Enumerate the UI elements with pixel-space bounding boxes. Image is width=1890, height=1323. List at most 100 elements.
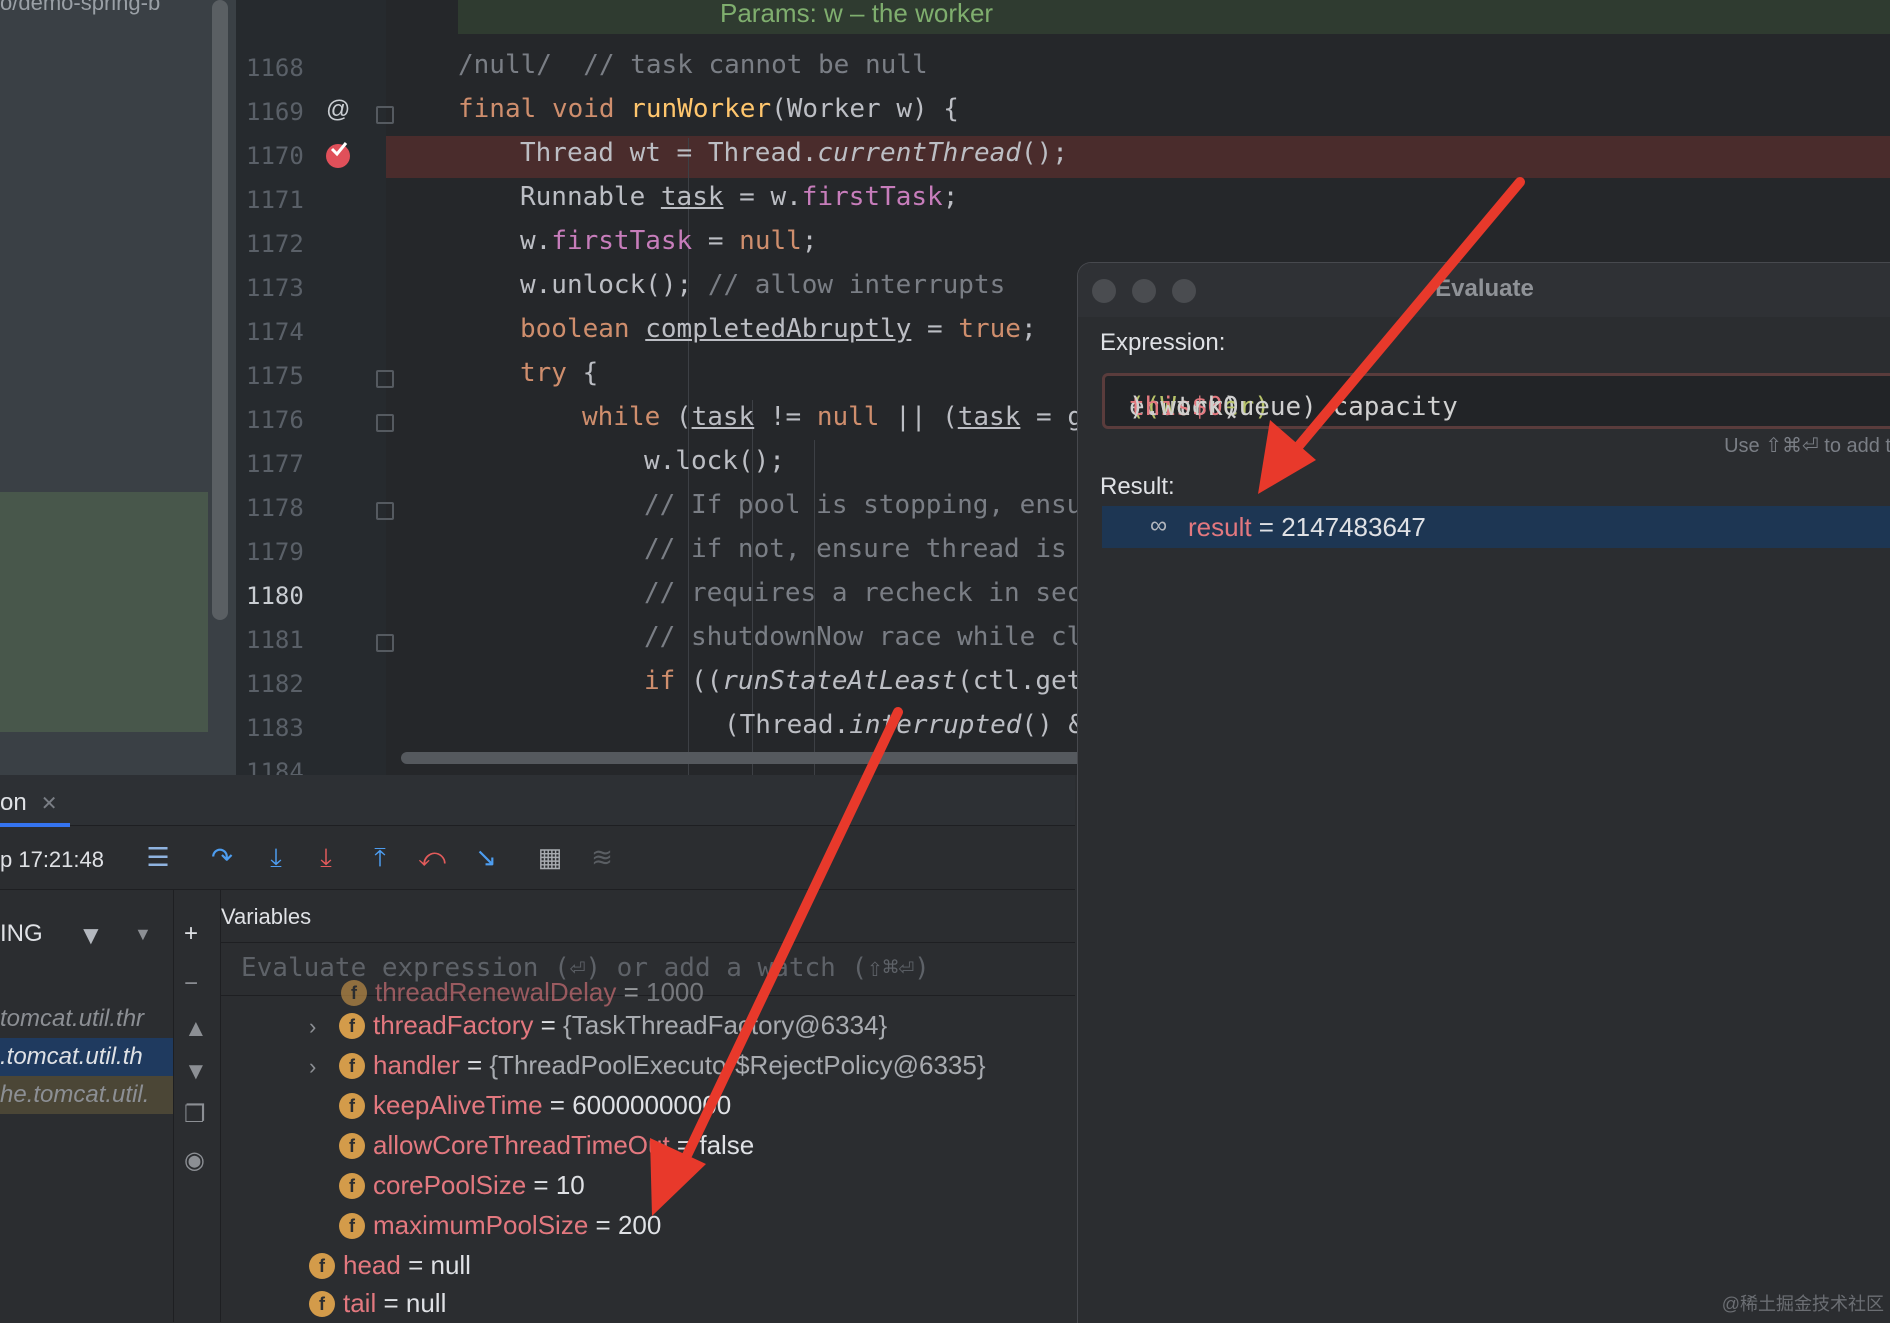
close-icon[interactable]: ✕: [41, 793, 58, 815]
remove-icon[interactable]: −: [184, 970, 198, 998]
evaluate-dialog: Evaluate Expression: ecutor) ((Worker) thi…: [1077, 262, 1890, 1323]
code-line-1176: while (task != null || (task = g: [582, 402, 1083, 432]
result-label: Result:: [1100, 473, 1175, 500]
trace-icon[interactable]: ≋: [584, 839, 620, 875]
expression-label: Expression:: [1100, 329, 1226, 356]
code-line-1182: if ((runStateAtLeast(ctl.get: [644, 666, 1083, 696]
line-number: 1171: [246, 186, 304, 214]
project-breadcrumb: o/demo-spring-b: [0, 0, 161, 15]
line-number: 1175: [246, 362, 304, 390]
line-number: 1173: [246, 274, 304, 302]
line-number: 1179: [246, 538, 304, 566]
field-icon: f: [339, 1093, 365, 1119]
add-watch-icon[interactable]: +: [184, 920, 198, 948]
run-to-cursor-icon[interactable]: ↘: [468, 839, 504, 875]
fold-icon[interactable]: [376, 634, 394, 652]
doc-hint: Params: w – the worker: [720, 0, 994, 28]
fold-icon[interactable]: [376, 502, 394, 520]
code-line-1170: Thread wt = Thread.currentThread();: [520, 138, 1068, 168]
expression-hint: Use ⇧⌘⏎ to add t: [1724, 435, 1890, 457]
project-panel: o/demo-spring-b: [0, 0, 236, 775]
evaluate-titlebar: Evaluate: [1078, 263, 1890, 317]
field-icon: f: [309, 1253, 335, 1279]
code-line-1168: /null/ // task cannot be null: [458, 50, 928, 80]
project-tree-selection: [0, 492, 208, 732]
line-number: 1174: [246, 318, 304, 346]
move-down-icon[interactable]: ▼: [184, 1058, 208, 1086]
step-out-icon[interactable]: ⤒: [362, 839, 398, 875]
expression-input[interactable]: ecutor) ((Worker) this). this$0).workQueue)…: [1102, 373, 1890, 429]
field-icon: f: [339, 1213, 365, 1239]
line-number-current: 1180: [246, 582, 304, 610]
stack-frame[interactable]: he.tomcat.util.: [0, 1076, 173, 1114]
move-up-icon[interactable]: ▲: [184, 1015, 208, 1043]
code-line-1179: // if not, ensure thread is: [644, 534, 1067, 564]
fold-icon[interactable]: [376, 370, 394, 388]
code-line-1178: // If pool is stopping, ensu: [644, 490, 1083, 520]
chevron-down-icon[interactable]: ▼: [134, 924, 152, 945]
variable-row[interactable]: › f threadFactory = {TaskThreadFactory@633…: [309, 1010, 887, 1041]
code-line-1181: // shutdownNow race while cl: [644, 622, 1083, 652]
filter-icon[interactable]: ▼: [78, 920, 104, 951]
line-number: 1181: [246, 626, 304, 654]
field-icon: f: [339, 1053, 365, 1079]
force-step-into-icon[interactable]: ⤓: [308, 839, 344, 875]
code-line-1180: // requires a recheck in sec: [644, 578, 1083, 608]
step-into-icon[interactable]: ⤓: [258, 839, 294, 875]
code-line-1171: Runnable task = w.firstTask;: [520, 182, 959, 212]
chevron-right-icon[interactable]: ›: [309, 1054, 339, 1080]
code-line-1183: (Thread.interrupted() &: [724, 710, 1085, 740]
variable-row[interactable]: f allowCoreThreadTimeOut = false: [339, 1130, 754, 1161]
stack-frame-selected[interactable]: .tomcat.util.th: [0, 1038, 173, 1076]
variable-row[interactable]: f threadRenewalDelay = 1000: [341, 977, 704, 1008]
step-over-icon[interactable]: ↷: [204, 839, 240, 875]
chevron-right-icon[interactable]: ›: [309, 1014, 339, 1040]
watermark: @稀土掘金技术社区: [1721, 1294, 1884, 1314]
line-number: 1177: [246, 450, 304, 478]
stack-frame[interactable]: tomcat.util.thr: [0, 1000, 173, 1038]
variable-row[interactable]: f maximumPoolSize = 200: [339, 1210, 661, 1241]
frames-list: ING ▼ ▼ tomcat.util.thr .tomcat.util.th …: [0, 890, 174, 1322]
line-number: 1172: [246, 230, 304, 258]
line-number: 1184: [246, 758, 304, 775]
debug-session-tab[interactable]: on ✕: [0, 789, 57, 817]
line-number: 1169: [246, 98, 304, 126]
debug-tool-window: on ✕ p 17:21:48 ☰ ↷ ⤓ ⤓ ⤒ ⤺ ↘ ▦ ≋ ING ▼ ▼…: [0, 775, 1075, 1322]
show-execution-point-icon[interactable]: ☰: [140, 839, 176, 875]
result-row[interactable]: ∞ result = 2147483647: [1102, 506, 1890, 548]
variable-row[interactable]: f corePoolSize = 10: [339, 1170, 585, 1201]
copy-icon[interactable]: ❐: [184, 1100, 206, 1129]
line-number: 1178: [246, 494, 304, 522]
field-icon: f: [341, 980, 367, 1006]
breakpoint-check-icon[interactable]: [324, 140, 354, 170]
thread-selector[interactable]: ING: [0, 920, 43, 948]
variables-side-toolbar: + − ▲ ▼ ❐ ◉: [174, 890, 221, 1322]
glasses-icon: ∞: [1150, 512, 1168, 539]
variable-row[interactable]: f tail = null: [309, 1288, 446, 1319]
watch-eye-icon[interactable]: ◉: [184, 1146, 205, 1175]
variables-header: Variables: [221, 890, 1075, 943]
evaluate-expression-icon[interactable]: ▦: [532, 839, 568, 875]
drop-frame-icon[interactable]: ⤺: [414, 839, 450, 875]
code-line-1172: w.firstTask = null;: [520, 226, 818, 256]
fold-icon[interactable]: [376, 106, 394, 124]
code-line-1174: boolean completedAbruptly = true;: [520, 314, 1037, 344]
field-icon: f: [339, 1133, 365, 1159]
override-icon[interactable]: @: [326, 96, 350, 124]
project-scrollbar[interactable]: [212, 0, 228, 620]
fold-icon[interactable]: [376, 414, 394, 432]
field-icon: f: [339, 1173, 365, 1199]
code-line-1177: w.lock();: [644, 446, 785, 476]
session-timestamp: p 17:21:48: [0, 847, 104, 872]
variable-row[interactable]: f keepAliveTime = 60000000000: [339, 1090, 731, 1121]
doc-hint-row: Params: w – the worker: [458, 0, 1890, 34]
line-number: 1176: [246, 406, 304, 434]
code-line-1173: w.unlock(); // allow interrupts: [520, 270, 1006, 300]
code-line-1169: final void runWorker(Worker w) {: [458, 94, 959, 124]
evaluate-title: Evaluate: [1435, 275, 1534, 302]
line-number: 1170: [246, 142, 304, 170]
variable-row[interactable]: f head = null: [309, 1250, 471, 1281]
editor-horizontal-scrollbar[interactable]: [401, 752, 1101, 764]
variable-row[interactable]: › f handler = {ThreadPoolExecutor$RejectPo…: [309, 1050, 986, 1081]
line-number: 1182: [246, 670, 304, 698]
